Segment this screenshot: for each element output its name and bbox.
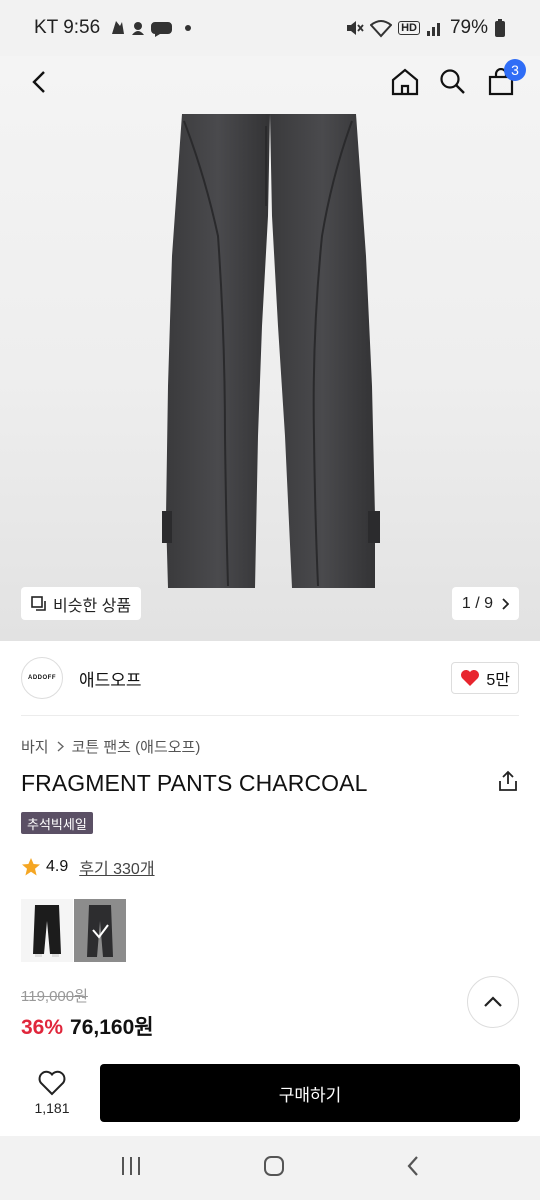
cart-count-badge: 3 <box>504 59 526 81</box>
notification-icons <box>112 21 192 37</box>
wishlist-count: 1,181 <box>34 1100 70 1116</box>
product-image-gallery[interactable] <box>0 56 540 641</box>
wifi-icon <box>370 20 393 38</box>
heart-outline-icon <box>38 1070 66 1096</box>
signal-icon <box>426 23 440 36</box>
brand-row: ADDOFF 애드오프 5만 <box>21 656 519 700</box>
sale-price: 76,160원 <box>70 1016 154 1039</box>
recent-apps-button[interactable] <box>119 1155 143 1182</box>
battery-icon <box>495 19 505 37</box>
cart-button[interactable]: 3 <box>484 59 526 99</box>
chevron-up-icon <box>484 996 502 1007</box>
image-pager[interactable]: 1 / 9 <box>451 587 519 620</box>
back-system-button[interactable] <box>405 1154 421 1183</box>
chevron-right-icon <box>502 597 509 610</box>
brand-like-button[interactable]: 5만 <box>451 662 519 694</box>
mute-icon <box>347 21 364 35</box>
back-chevron-icon <box>407 1155 418 1176</box>
scroll-to-top-button[interactable] <box>467 976 519 1028</box>
breadcrumb-item-pants[interactable]: 바지 <box>21 736 49 757</box>
home-button[interactable] <box>388 65 422 99</box>
purchase-bar: 1,181 구매하기 <box>0 1050 540 1136</box>
similar-products-button[interactable]: 비슷한 상품 <box>21 587 142 620</box>
home-icon <box>391 68 419 96</box>
price-row: 36% 76,160원 <box>21 1011 154 1041</box>
title-row: FRAGMENT PANTS CHARCOAL <box>21 770 519 797</box>
rating-row: 4.9 후기 330개 <box>21 855 155 879</box>
home-circle-icon <box>263 1155 284 1176</box>
buy-button-label: 구매하기 <box>278 1085 342 1105</box>
home-system-button[interactable] <box>262 1154 286 1183</box>
search-button[interactable] <box>436 65 470 99</box>
hd-badge: HD <box>398 21 420 35</box>
status-bar: KT 9:56 HD 79% <box>0 0 540 56</box>
pager-text: 1 / 9 <box>461 594 493 612</box>
color-options <box>21 899 126 962</box>
wishlist-button[interactable]: 1,181 <box>20 1070 84 1116</box>
product-image-pants <box>162 114 380 588</box>
product-title: FRAGMENT PANTS CHARCOAL <box>21 770 368 796</box>
buy-button[interactable]: 구매하기 <box>100 1064 520 1122</box>
reviews-link[interactable]: 후기 330개 <box>79 855 154 879</box>
divider <box>21 715 519 716</box>
color-option-charcoal[interactable] <box>74 899 126 962</box>
brand-like-count: 5만 <box>486 672 510 689</box>
recent-apps-icon <box>122 1156 141 1175</box>
share-icon <box>499 770 517 791</box>
discount-rate: 36% <box>21 1016 64 1039</box>
thumbnail-black-pants <box>33 905 61 957</box>
breadcrumb-item-cotton-pants[interactable]: 코튼 팬츠 (애드오프) <box>72 736 201 757</box>
thumbnail-charcoal-pants <box>87 905 113 957</box>
carrier-time: KT 9:56 <box>34 17 101 38</box>
color-option-black[interactable] <box>21 899 73 962</box>
brand-logo[interactable]: ADDOFF <box>21 657 63 699</box>
back-button[interactable] <box>22 65 56 99</box>
rating-value: 4.9 <box>46 858 69 875</box>
original-price: 119,000원 <box>21 988 88 1005</box>
chevron-left-icon <box>32 71 45 93</box>
sale-tag: 추석빅세일 <box>21 812 93 834</box>
brand-logo-text: ADDOFF <box>28 675 56 681</box>
brand-name[interactable]: 애드오프 <box>79 666 142 691</box>
chevron-right-icon <box>57 741 64 752</box>
heart-icon <box>461 670 480 686</box>
similar-products-label: 비슷한 상품 <box>53 597 132 615</box>
search-icon <box>440 69 465 94</box>
battery-percent: 79% <box>449 17 488 38</box>
top-navigation: 3 <box>0 56 540 108</box>
star-icon <box>22 858 40 876</box>
breadcrumb: 바지 코튼 팬츠 (애드오프) <box>21 736 200 757</box>
system-navigation-bar <box>0 1136 540 1200</box>
share-button[interactable] <box>497 770 519 797</box>
copy-icon <box>31 595 46 611</box>
